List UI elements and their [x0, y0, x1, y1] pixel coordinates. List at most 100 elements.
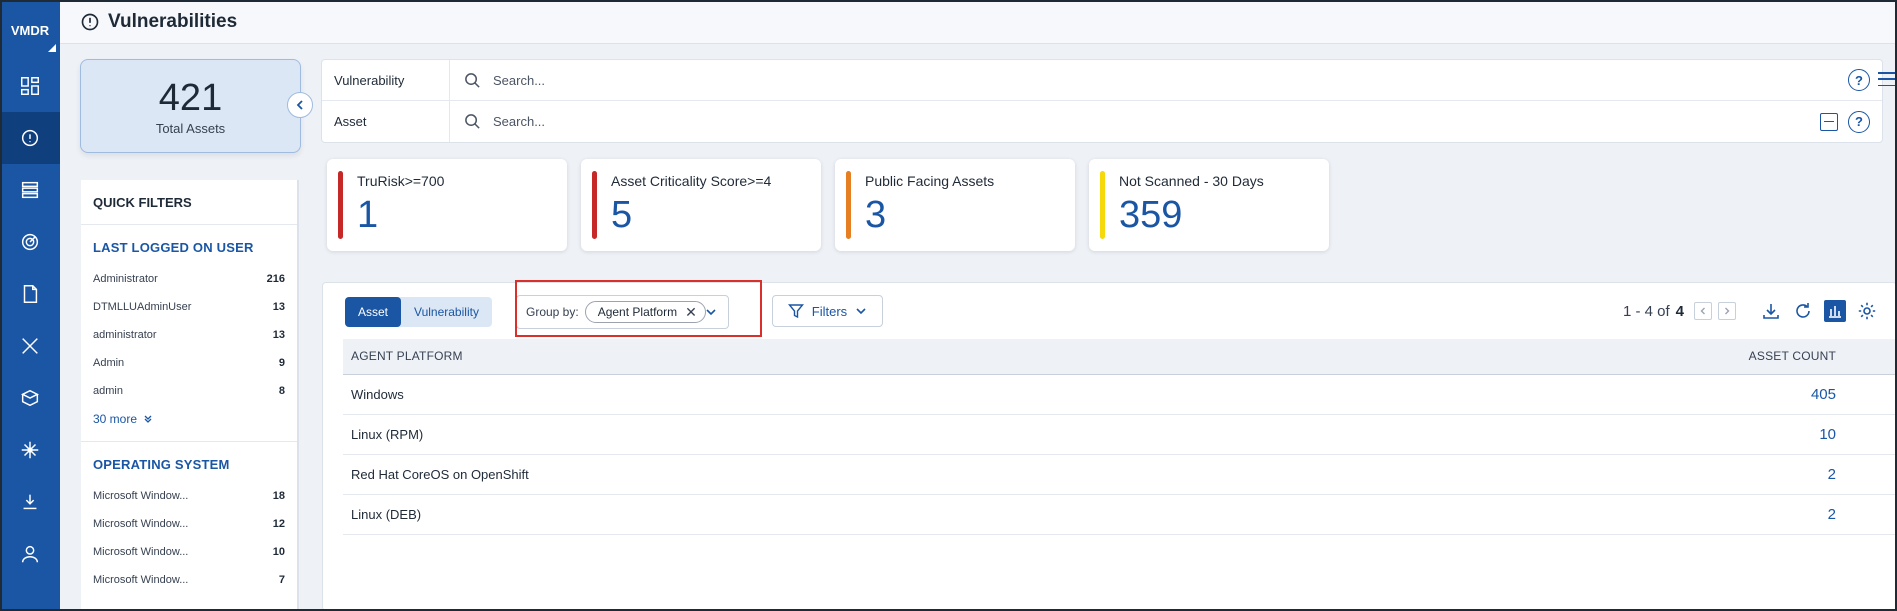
kpi-card-asset-criticality[interactable]: Asset Criticality Score>=4 5 — [581, 159, 821, 251]
nav-inventory[interactable] — [0, 164, 60, 216]
kpi-card-trurisk[interactable]: TruRisk>=700 1 — [327, 159, 567, 251]
nav-vulnerabilities[interactable] — [0, 112, 60, 164]
vulnerability-search-label: Vulnerability — [322, 60, 450, 100]
section-title: OPERATING SYSTEM — [93, 457, 230, 472]
total-assets-label: Total Assets — [155, 120, 226, 136]
chevron-right-icon — [1725, 307, 1730, 315]
search-icon — [465, 114, 480, 129]
chevron-left-icon — [296, 100, 303, 110]
filters-button[interactable]: Filters — [772, 295, 883, 327]
nav-remediation[interactable] — [0, 320, 60, 372]
kpi-value: 3 — [865, 194, 887, 236]
section-title: LAST LOGGED ON USER — [93, 240, 254, 255]
filter-item[interactable]: Microsoft Window... 7 — [93, 566, 285, 594]
hamburger-menu-icon[interactable] — [1878, 72, 1897, 86]
kpi-card-not-scanned[interactable]: Not Scanned - 30 Days 359 — [1089, 159, 1329, 251]
filter-item-label: Microsoft Window... — [93, 574, 189, 586]
filter-item-count: 13 — [272, 329, 285, 341]
table-row[interactable]: Linux (DEB) 2 — [343, 494, 1896, 535]
chevron-down-icon[interactable] — [704, 305, 718, 324]
filter-item-label: Microsoft Window... — [93, 490, 189, 502]
column-header-agent-platform[interactable]: AGENT PLATFORM — [343, 339, 1189, 375]
nav-profile[interactable] — [0, 528, 60, 580]
kpi-value: 5 — [611, 194, 633, 236]
dashboard-icon — [21, 77, 39, 95]
inventory-icon — [21, 181, 39, 199]
table-row[interactable]: Windows 405 — [343, 374, 1896, 415]
filter-item-label: Administrator — [93, 273, 158, 285]
show-more-link[interactable]: 30 more — [93, 405, 285, 433]
cell-asset-count[interactable]: 2 — [1188, 494, 1896, 535]
chart-view-icon[interactable] — [1824, 300, 1846, 322]
filter-item[interactable]: administrator 13 — [93, 321, 285, 349]
cell-asset-count[interactable]: 405 — [1188, 374, 1896, 415]
brand-logo[interactable]: VMDR — [0, 0, 60, 60]
results-panel: Asset Vulnerability Group by: Agent Plat… — [322, 280, 1897, 611]
kpi-label: Not Scanned - 30 Days — [1119, 173, 1264, 189]
brand-label: VMDR — [10, 22, 50, 38]
filter-item-label: admin — [93, 385, 123, 397]
cell-asset-count[interactable]: 2 — [1188, 454, 1896, 495]
kpi-label: Asset Criticality Score>=4 — [611, 173, 772, 189]
app-switcher-corner-icon[interactable] — [48, 44, 56, 52]
nav-network[interactable] — [0, 424, 60, 476]
vulnerability-search-input[interactable] — [493, 72, 1848, 88]
filter-item[interactable]: Microsoft Window... 18 — [93, 482, 285, 510]
group-by-select[interactable]: Group by: Agent Platform ✕ — [516, 295, 729, 329]
page-title: Vulnerabilities — [108, 10, 238, 32]
nav-packages[interactable] — [0, 372, 60, 424]
cell-platform: Linux (RPM) — [343, 414, 1189, 455]
next-page-button[interactable] — [1718, 302, 1736, 320]
nav-reports[interactable] — [0, 268, 60, 320]
group-by-chip-label: Agent Platform — [597, 305, 678, 319]
kpi-color-bar — [1100, 171, 1105, 239]
filter-item[interactable]: DTMLLUAdminUser 13 — [93, 293, 285, 321]
filter-item[interactable]: Microsoft Window... 12 — [93, 510, 285, 538]
table-row[interactable]: Linux (RPM) 10 — [343, 414, 1896, 455]
toggle-asset[interactable]: Asset — [345, 297, 402, 327]
page-header: Vulnerabilities — [60, 0, 1897, 44]
filter-item-count: 8 — [278, 385, 285, 397]
close-icon[interactable]: ✕ — [685, 305, 697, 319]
quick-filters-panel: QUICK FILTERS LAST LOGGED ON USER Admini… — [81, 180, 299, 611]
toggle-vulnerability[interactable]: Vulnerability — [401, 297, 492, 327]
download-icon[interactable] — [1760, 300, 1782, 322]
collapse-search-icon[interactable] — [1820, 112, 1838, 131]
refresh-icon[interactable] — [1792, 300, 1814, 322]
kpi-card-public-facing[interactable]: Public Facing Assets 3 — [835, 159, 1075, 251]
filter-item-label: Microsoft Window... — [93, 546, 189, 558]
collapse-panel-button[interactable] — [287, 92, 313, 118]
filter-item[interactable]: Admin 9 — [93, 349, 285, 377]
cell-platform: Windows — [343, 374, 1189, 415]
settings-gear-icon[interactable] — [1856, 300, 1878, 322]
filter-item-label: Admin — [93, 357, 125, 369]
nav-dashboard[interactable] — [0, 60, 60, 112]
table-row[interactable]: Red Hat CoreOS on OpenShift 2 — [343, 454, 1896, 495]
filter-item[interactable]: Administrator 216 — [93, 265, 285, 293]
search-panel: Vulnerability ? Asset ? — [321, 59, 1883, 143]
total-assets-card[interactable]: 421 Total Assets — [80, 59, 301, 153]
filter-item-count: 10 — [272, 546, 285, 558]
filter-item-count: 12 — [272, 518, 285, 530]
cell-asset-count[interactable]: 10 — [1188, 414, 1896, 455]
kpi-color-bar — [846, 171, 851, 239]
vulnerability-icon — [21, 129, 39, 147]
asset-search-input[interactable] — [493, 114, 1820, 129]
filter-item-count: 216 — [266, 273, 285, 285]
chevron-left-icon — [1700, 307, 1705, 315]
kpi-color-bar — [338, 171, 343, 239]
help-icon[interactable]: ? — [1848, 69, 1870, 91]
pagination-range: 1 - 4 of — [1622, 302, 1670, 320]
column-header-asset-count[interactable]: ASSET COUNT — [1188, 339, 1896, 375]
filter-item-count: 18 — [272, 490, 285, 502]
nav-patch[interactable] — [0, 476, 60, 528]
double-chevron-down-icon — [144, 415, 152, 423]
total-assets-value: 421 — [158, 76, 223, 119]
help-icon[interactable]: ? — [1848, 110, 1870, 133]
nav-scans[interactable] — [0, 216, 60, 268]
filter-item[interactable]: admin 8 — [93, 377, 285, 405]
prev-page-button[interactable] — [1694, 302, 1712, 320]
radar-icon — [21, 233, 39, 251]
filter-item[interactable]: Microsoft Window... 10 — [93, 538, 285, 566]
pagination-total: 4 — [1675, 302, 1684, 320]
